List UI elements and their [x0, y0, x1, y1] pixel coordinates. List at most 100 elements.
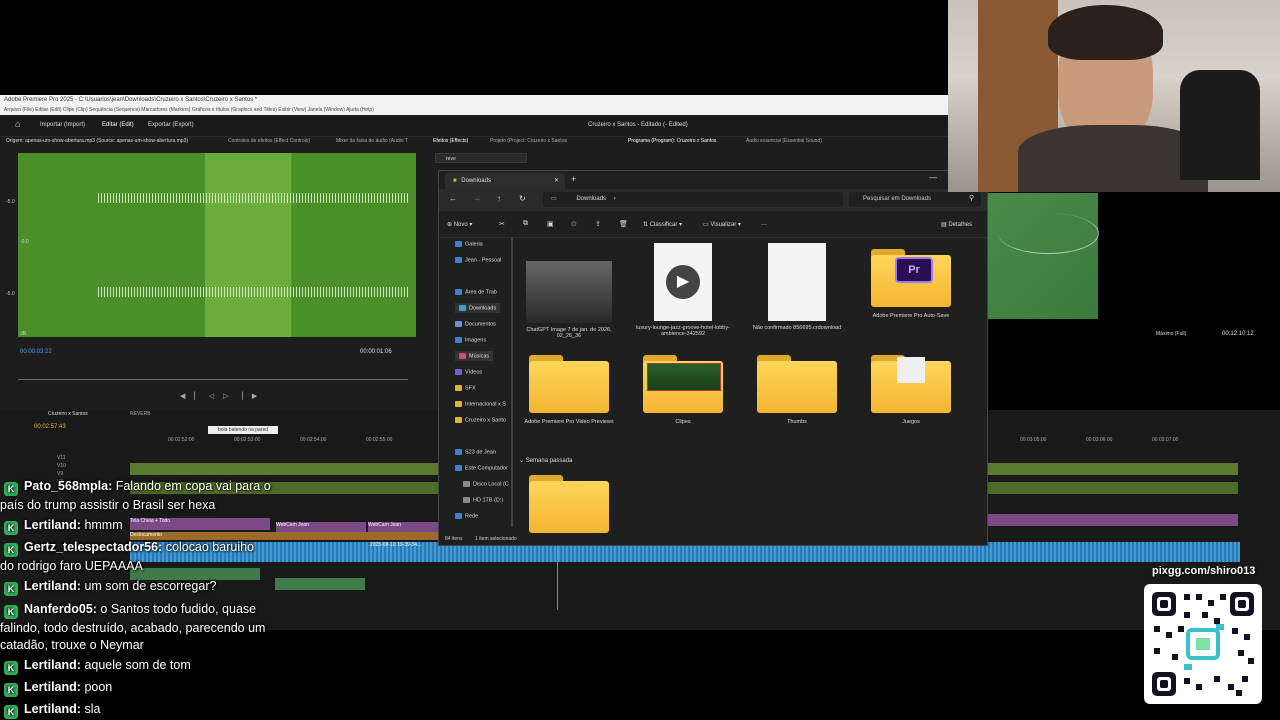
view-label: Visualizar	[710, 222, 737, 228]
chat-message: K Pato_568mpla: Falando em copa vai para …	[0, 478, 271, 496]
file-item[interactable]: Não confirmado 856695.crdownload	[747, 239, 847, 331]
file-item[interactable]: Adobe Premiere Pro Video Previews	[519, 351, 619, 425]
explorer-tab[interactable]: ■ Downloads ✕	[445, 173, 565, 189]
db-label: -5.0	[6, 199, 15, 205]
timeline-timecode[interactable]: 00:02:57:43	[34, 424, 66, 430]
source-duration: 00:00:01:06	[360, 349, 392, 355]
effects-search-input[interactable]: reve	[435, 153, 527, 163]
rename-icon[interactable]: ⊙	[571, 220, 577, 228]
chat-text-continued: catadão, trouxe o Neymar	[0, 638, 144, 652]
forward-arrow-icon[interactable]: →	[473, 194, 481, 203]
timeline-clip[interactable]	[988, 463, 1238, 475]
file-item[interactable]: ▶ luxury-lounge-jazz-groove-hotel-lobby-a…	[633, 239, 733, 337]
folder-icon	[871, 355, 951, 413]
sidebar-item[interactable]: SFX	[455, 385, 476, 391]
tab-effect-controls[interactable]: Controles de efeitos (Effect Controls)	[228, 138, 310, 144]
tab-audio-mixer[interactable]: Mixer da faixa de áudio (Audio T	[336, 138, 408, 144]
file-item[interactable]: Juegos	[861, 351, 961, 425]
reverb-tab[interactable]: REVERB	[130, 411, 151, 417]
program-zoom[interactable]: Máximo (Full)	[1156, 331, 1186, 337]
clip-label: WebCam Jean	[368, 522, 401, 528]
timeline-playhead[interactable]	[557, 545, 558, 610]
sidebar-item[interactable]: Disco Local (C	[463, 481, 509, 487]
new-tab-icon[interactable]: +	[571, 174, 576, 184]
tab-effects[interactable]: Efeitos (Effects)	[433, 138, 468, 144]
waveform-channel-2	[98, 287, 408, 297]
sidebar-item[interactable]: Downloads	[455, 303, 501, 314]
sidebar-item[interactable]: Vídeos	[455, 369, 482, 375]
sidebar-item[interactable]: Imagens	[455, 337, 486, 343]
sidebar-item-label: Downloads	[469, 305, 497, 312]
source-timecode[interactable]: 00:00:03:22	[20, 349, 52, 355]
chat-text-continued: país do trump assistir o Brasil ser hexa	[0, 498, 216, 512]
sidebar-item[interactable]: S23 de Jean	[455, 449, 496, 455]
more-options-button[interactable]: ...	[761, 220, 767, 227]
sidebar-item-label: Rede	[465, 513, 479, 520]
sequence-tab[interactable]: Cruzeiro x Santos	[48, 411, 88, 417]
qr-code-image	[1152, 592, 1254, 696]
tab-source[interactable]: Origem: apenas-um-show-abertura.mp3 (Sou…	[6, 138, 188, 144]
sort-button[interactable]: ⇅ Classificar ▾	[643, 221, 682, 228]
folder-icon[interactable]	[529, 475, 609, 533]
refresh-icon[interactable]: ↻	[519, 194, 526, 203]
file-item[interactable]: Thumbs	[747, 351, 847, 425]
source-transport-controls[interactable]: ◀▏◁▷▕▶	[180, 392, 290, 400]
share-icon[interactable]: ⇪	[595, 220, 601, 228]
file-item[interactable]: ChatGPT Image 7 de jan. de 2026, 02_26_3…	[519, 239, 619, 339]
up-arrow-icon[interactable]: ↑	[497, 194, 501, 203]
sidebar-item[interactable]: Este Computador	[455, 465, 508, 471]
tab-title: Downloads	[461, 178, 491, 184]
delete-icon[interactable]: 🗑	[619, 220, 628, 228]
sidebar-item[interactable]: HD 1TB (D:)	[463, 497, 503, 503]
chat-text: sla	[84, 702, 101, 716]
sidebar-item[interactable]: Cruzeiro x Santo	[455, 417, 506, 423]
paste-icon[interactable]: ▣	[547, 220, 554, 228]
sidebar-item[interactable]: Rede	[455, 513, 478, 519]
premiere-workspace-bar: ⌂ Importar (Import) Editar (Edit) Export…	[0, 115, 948, 137]
timeline-clip[interactable]	[130, 463, 440, 475]
minimize-icon[interactable]: —	[929, 173, 937, 182]
sidebar-item[interactable]: Área de Trab	[455, 289, 497, 295]
sidebar-item[interactable]: Galeria	[455, 241, 483, 247]
premiere-menu-bar[interactable]: Arquivo (File) Editar (Edit) Clipe (Clip…	[0, 105, 948, 115]
file-name: Thumbs	[787, 419, 807, 425]
close-icon[interactable]: ✕	[554, 173, 559, 189]
sidebar-item-label: Disco Local (C	[473, 481, 509, 488]
source-scrubber[interactable]	[18, 379, 408, 380]
details-button[interactable]: ▤ Detalhes	[941, 221, 972, 228]
folder-icon	[455, 385, 462, 391]
new-button[interactable]: ⊕ Novo ▾	[447, 221, 472, 228]
tab-program[interactable]: Programa (Program): Cruzeiro x Santos	[628, 138, 716, 144]
timeline-marker[interactable]: bola batendo na pared	[208, 426, 278, 434]
sidebar-item[interactable]: Músicas	[455, 351, 494, 362]
file-name: Não confirmado 856695.crdownload	[752, 325, 842, 331]
group-header[interactable]: ⌄ Semana passada	[519, 457, 572, 464]
sidebar-item[interactable]: Internacional x S	[455, 401, 506, 407]
export-tab[interactable]: Exportar (Export)	[148, 122, 194, 128]
video-preview-thumbnail	[647, 363, 721, 391]
timeline-clip[interactable]	[988, 514, 1238, 526]
file-item[interactable]: Pr Adobe Premiere Pro Auto-Save	[861, 239, 961, 319]
timeline-clip[interactable]	[988, 482, 1238, 494]
sidebar-item[interactable]: Documentos	[455, 321, 496, 327]
copy-icon[interactable]: ⧉	[523, 220, 528, 228]
selection-status: 1 item selecionado	[475, 536, 517, 542]
sidebar-item-label: Área de Trab	[465, 289, 497, 296]
search-input[interactable]: Pesquisar em Downloads	[849, 192, 981, 207]
chat-text: poon	[84, 680, 113, 694]
back-arrow-icon[interactable]: ←	[449, 194, 457, 203]
sidebar-item[interactable]: Jean - Pessoal	[455, 257, 501, 263]
sidebar-scrollbar[interactable]	[511, 237, 513, 527]
breadcrumb[interactable]: ▭ Downloads ›	[543, 192, 843, 207]
source-waveform[interactable]	[18, 153, 416, 337]
view-button[interactable]: ▭ Visualizar ▾	[703, 221, 741, 228]
home-icon[interactable]: ⌂	[15, 119, 20, 129]
edit-tab[interactable]: Editar (Edit)	[102, 122, 134, 128]
file-item[interactable]: Clipes	[633, 351, 733, 425]
import-tab[interactable]: Importar (Import)	[40, 122, 85, 128]
cut-icon[interactable]: ✂	[499, 220, 505, 228]
tab-project[interactable]: Projeto (Project: Cruzeiro x Santos	[490, 138, 567, 144]
tab-essential-sound[interactable]: Áudio essencial (Essential Sound)	[746, 138, 822, 144]
subscriber-badge-icon: K	[4, 482, 18, 496]
breadcrumb-item[interactable]: Downloads	[576, 196, 606, 202]
